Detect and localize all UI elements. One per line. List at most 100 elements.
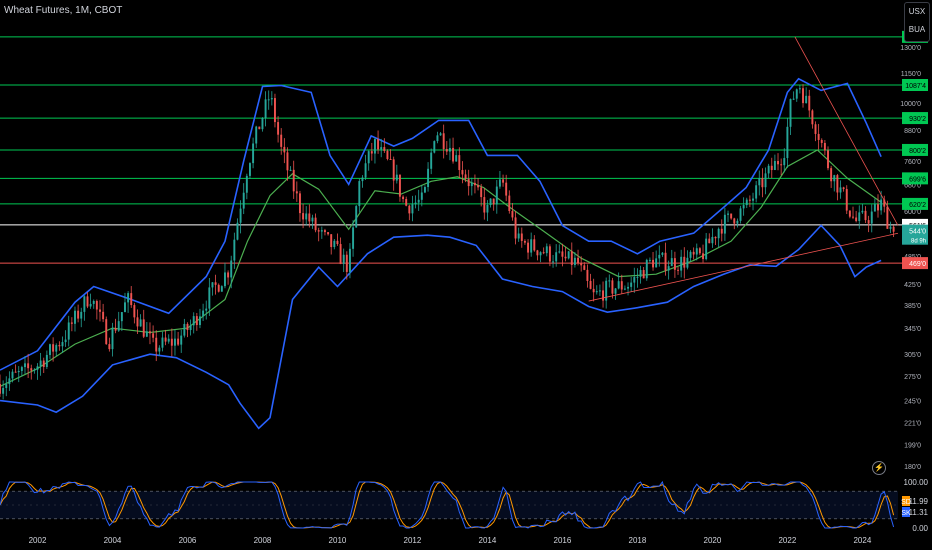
candle-body	[124, 302, 126, 313]
candle-body	[373, 139, 376, 154]
candle-body	[573, 257, 576, 266]
candle-body	[317, 230, 320, 232]
candle-body	[636, 276, 639, 278]
candle-body	[873, 204, 876, 212]
candle-body	[627, 286, 630, 289]
x-tick-label: 2016	[554, 536, 572, 545]
candle-body	[433, 141, 436, 153]
candle-body	[248, 163, 251, 176]
candle-body	[142, 319, 145, 337]
candle-body	[417, 199, 420, 203]
bollinger-middle-line	[0, 149, 882, 387]
stochastic-panel: 100.000.00SD11.99SK11.31	[0, 478, 929, 533]
candle-body	[545, 246, 548, 254]
y-tick-label: 305'0	[904, 352, 921, 359]
candle-body	[455, 155, 458, 162]
candle-body	[195, 316, 198, 326]
candle-body	[389, 158, 392, 160]
x-tick-label: 2014	[479, 536, 497, 545]
x-tick-label: 2018	[629, 536, 647, 545]
candle-body	[14, 371, 17, 373]
candle-body	[436, 135, 439, 142]
candle-body	[392, 159, 395, 181]
price-countdown-text: 8d 9h	[911, 239, 926, 245]
currency-unit-selector[interactable]: USX BUA	[904, 2, 930, 42]
candle-body	[811, 110, 814, 125]
candle-body	[86, 296, 89, 307]
candle-body	[536, 250, 539, 256]
candle-body	[445, 149, 448, 152]
candle-body	[267, 99, 270, 101]
candle-body	[202, 310, 205, 317]
candle-body	[567, 251, 570, 259]
candle-body	[877, 204, 879, 211]
candle-body	[255, 126, 258, 144]
candle-body	[95, 300, 98, 310]
candle-body	[145, 331, 148, 337]
candle-body	[464, 174, 467, 179]
candle-body	[230, 260, 233, 278]
candle-body	[589, 280, 592, 289]
candle-body	[520, 233, 523, 241]
candle-body	[199, 316, 201, 326]
x-tick-label: 2006	[179, 536, 197, 545]
y-tick-label: 1000'0	[900, 101, 921, 108]
lightning-icon[interactable]: ⚡	[872, 461, 886, 475]
candle-body	[592, 288, 595, 293]
candle-body	[423, 187, 426, 193]
candle-body	[45, 354, 48, 367]
candle-body	[633, 277, 636, 283]
candle-body	[345, 254, 348, 272]
candle-body	[698, 248, 701, 254]
candle-body	[330, 234, 333, 248]
candle-body	[842, 187, 845, 190]
candle-body	[614, 288, 617, 294]
candle-body	[92, 300, 95, 304]
oscillator-readout-value: 11.99	[909, 497, 929, 506]
candle-body	[564, 256, 567, 259]
bollinger-lower-line	[0, 224, 882, 430]
candle-body	[548, 246, 551, 262]
trendlines	[588, 36, 899, 302]
chart-canvas[interactable]: 100.000.00SD11.99SK11.31 2002 2004 2006 200…	[0, 0, 932, 550]
candle-body	[292, 169, 295, 192]
candle-body	[608, 280, 611, 282]
candle-body	[49, 344, 51, 355]
x-tick-label: 2004	[104, 536, 122, 545]
candle-body	[320, 230, 323, 232]
candle-body	[761, 178, 764, 188]
candle-body	[870, 211, 873, 224]
candle-body	[755, 185, 758, 199]
candle-body	[102, 311, 105, 320]
candle-body	[595, 291, 598, 293]
candle-body	[52, 344, 55, 352]
candle-body	[67, 322, 70, 340]
candle-body	[736, 220, 739, 224]
candle-body	[323, 230, 326, 233]
candle-body	[517, 233, 520, 239]
candle-body	[189, 325, 192, 331]
candle-body	[714, 236, 717, 239]
bollinger-bands	[0, 77, 882, 430]
candle-body	[670, 258, 673, 267]
candle-body	[183, 323, 186, 336]
candle-body	[839, 187, 842, 193]
candle-body	[602, 290, 605, 301]
candle-body	[167, 338, 170, 342]
candle-body	[408, 205, 411, 214]
candle-body	[523, 240, 526, 243]
y-tick-label: 880'0	[904, 128, 921, 135]
candle-body	[477, 185, 480, 188]
y-tick-label: 1150'0	[901, 71, 921, 78]
candle-body	[658, 254, 661, 259]
candle-body	[33, 369, 36, 371]
candle-body	[577, 257, 580, 264]
candle-body	[867, 220, 870, 224]
candle-body	[192, 316, 195, 326]
candle-body	[83, 296, 86, 312]
candle-body	[273, 98, 276, 123]
candle-body	[514, 217, 517, 239]
candle-body	[361, 177, 364, 182]
candle-body	[152, 333, 155, 338]
candle-body	[17, 370, 20, 373]
